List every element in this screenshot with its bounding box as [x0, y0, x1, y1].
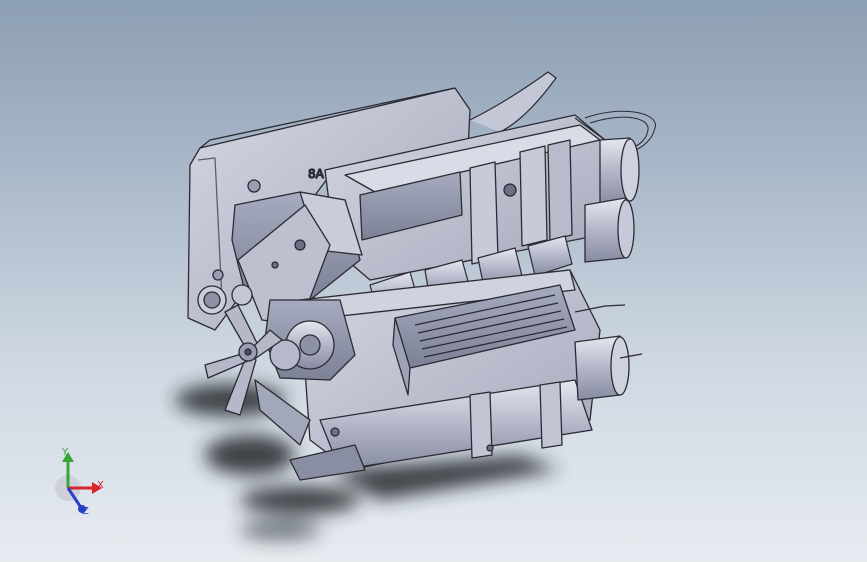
- engine-assembly-model[interactable]: 8A: [0, 0, 867, 562]
- engine-block: [289, 269, 643, 481]
- triad-graphic: [55, 452, 102, 513]
- triad-z-label: Z: [82, 506, 89, 517]
- coordinate-triad: Y X Z: [40, 440, 120, 530]
- triad-y-label: Y: [62, 447, 69, 458]
- triad-x-label: X: [97, 480, 104, 491]
- engraved-text: 8A: [308, 167, 325, 181]
- graphics-viewport[interactable]: 8A Y X Z: [0, 0, 867, 562]
